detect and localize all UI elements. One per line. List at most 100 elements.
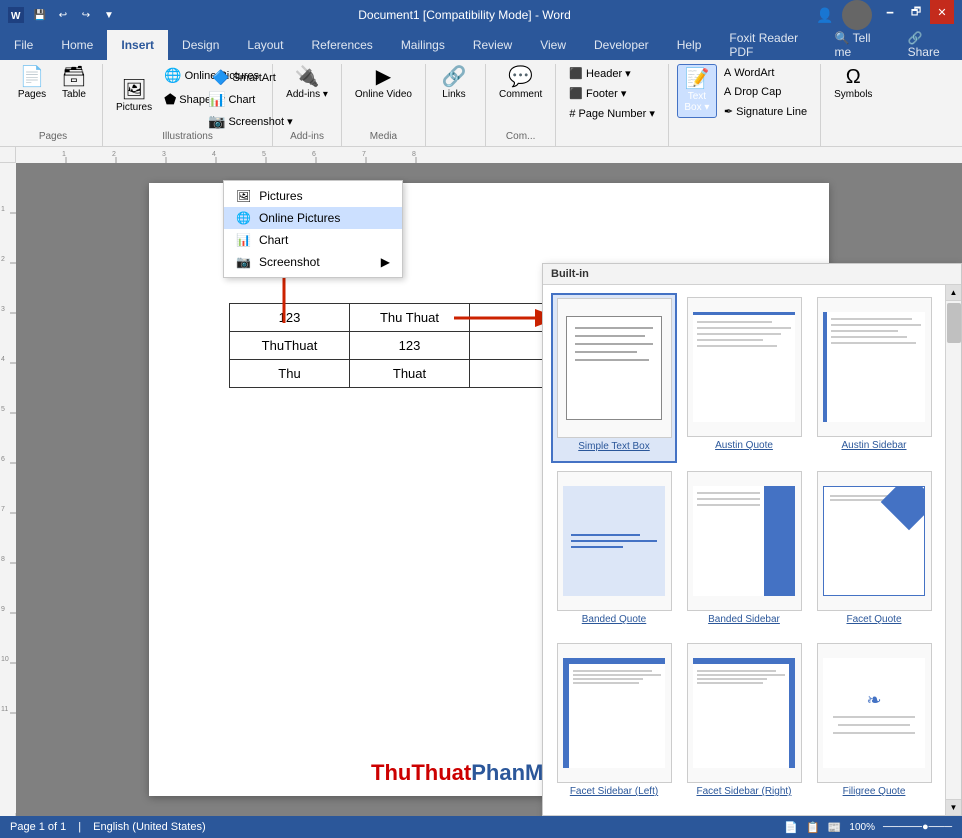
tab-foxit[interactable]: Foxit Reader PDF <box>715 30 820 60</box>
footer-button[interactable]: ⬛ Footer ▾ <box>564 84 631 103</box>
customize-btn[interactable]: ▼ <box>99 5 119 25</box>
document-area: 1 2 3 4 5 6 7 8 1 <box>0 147 962 816</box>
tab-share[interactable]: 🔗 Share <box>894 30 962 60</box>
scrollbar-thumb[interactable] <box>947 303 961 343</box>
dropdown-footer: W More Text Boxes from Office.com ▶ Draw… <box>543 815 961 816</box>
status-zoom: 100% <box>849 822 875 833</box>
dropdown-scrollable: Simple Text Box <box>543 285 961 815</box>
save-btn[interactable]: 💾 <box>30 5 50 25</box>
comment-label: Comment <box>499 89 542 100</box>
dropcap-button[interactable]: A Drop Cap <box>719 83 812 101</box>
tab-insert[interactable]: Insert <box>107 30 168 60</box>
tab-review[interactable]: Review <box>459 30 526 60</box>
menu-online-pictures[interactable]: 🌐 Online Pictures <box>224 207 402 229</box>
wordart-button[interactable]: A WordArt <box>719 64 812 82</box>
tab-file[interactable]: File <box>0 30 47 60</box>
textbox-item-austin-sidebar[interactable]: Austin Sidebar <box>811 293 937 463</box>
tab-mailings[interactable]: Mailings <box>387 30 459 60</box>
facet-sidebar-right-preview <box>687 643 802 783</box>
textbox-item-facet-sidebar-right[interactable]: Facet Sidebar (Right) <box>681 639 807 807</box>
pages-button[interactable]: 📄 Pages <box>12 64 52 103</box>
status-view2-btn[interactable]: 📋 <box>806 821 820 834</box>
banded-quote-preview <box>557 471 672 611</box>
pictures-button[interactable]: 🖼 Pictures <box>111 64 157 129</box>
svg-text:8: 8 <box>412 151 416 158</box>
online-video-button[interactable]: ▶ Online Video <box>350 64 417 103</box>
tab-help[interactable]: Help <box>663 30 716 60</box>
textbox-item-filigree-quote[interactable]: ❧ Filigree Quote <box>811 639 937 807</box>
tab-home[interactable]: Home <box>47 30 107 60</box>
links-group-label <box>434 140 477 146</box>
group-text: 📝 TextBox ▾ A WordArt A Drop Cap ✒ Signa… <box>669 64 821 146</box>
menu-screenshot[interactable]: 📷 Screenshot ▶ <box>224 251 402 273</box>
minimize-btn[interactable]: 🗕 <box>878 0 902 24</box>
scrollbar-down-btn[interactable]: ▼ <box>946 799 961 815</box>
textbox-item-facet-quote[interactable]: Facet Quote <box>811 467 937 635</box>
wordart-label: WordArt <box>734 67 774 79</box>
tab-layout[interactable]: Layout <box>233 30 297 60</box>
undo-btn[interactable]: ↩ <box>53 5 73 25</box>
smartart-button[interactable]: 🔷 SmartArt <box>207 66 281 89</box>
status-lang: English (United States) <box>93 821 206 833</box>
tab-references[interactable]: References <box>297 30 386 60</box>
textbox-item-austin-quote[interactable]: Austin Quote <box>681 293 807 463</box>
tab-developer[interactable]: Developer <box>580 30 663 60</box>
addins-button[interactable]: 🔌 Add-ins ▾ <box>281 64 333 103</box>
textbox-button[interactable]: 📝 TextBox ▾ <box>677 64 717 118</box>
svg-text:4: 4 <box>212 151 216 158</box>
signature-button[interactable]: ✒ Signature Line <box>719 102 812 121</box>
scrollbar-up-btn[interactable]: ▲ <box>946 285 961 301</box>
status-separator: | <box>78 821 81 833</box>
textbox-item-facet-sidebar-left[interactable]: Facet Sidebar (Left) <box>551 639 677 807</box>
austin-sidebar-preview <box>817 297 932 437</box>
menu-chart[interactable]: 📊 Chart <box>224 229 402 251</box>
tab-view[interactable]: View <box>526 30 580 60</box>
menu-screenshot-icon: 📷 <box>236 255 251 269</box>
links-button[interactable]: 🔗 Links <box>434 64 474 103</box>
screenshot-button[interactable]: 📷 Screenshot ▾ <box>203 110 298 133</box>
header-label: Header ▾ <box>586 67 631 80</box>
facet-sidebar-left-label: Facet Sidebar (Left) <box>570 786 658 797</box>
pages-label: Pages <box>18 89 46 100</box>
status-view3-btn[interactable]: 📰 <box>828 821 842 834</box>
dropdown-header-label: Built-in <box>551 268 589 280</box>
facet-quote-label: Facet Quote <box>846 614 901 625</box>
footer-label: Footer ▾ <box>586 87 626 100</box>
text-group-label <box>677 140 812 146</box>
status-view-btn[interactable]: 📄 <box>784 821 798 834</box>
comment-button[interactable]: 💬 Comment <box>494 64 547 103</box>
header-button[interactable]: ⬛ Header ▾ <box>564 64 635 83</box>
chart-button[interactable]: 📊 Chart <box>203 88 260 111</box>
table-row: Thu Thuat <box>230 360 590 388</box>
text-items: 📝 TextBox ▾ A WordArt A Drop Cap ✒ Signa… <box>677 64 812 140</box>
media-group-label: Media <box>350 129 417 146</box>
tab-tellme[interactable]: 🔍 Tell me <box>821 30 894 60</box>
screenshot-label: Screenshot ▾ <box>228 115 292 128</box>
svg-text:11: 11 <box>1 706 8 713</box>
tab-design[interactable]: Design <box>168 30 233 60</box>
addins-label: Add-ins ▾ <box>286 89 328 100</box>
table-button[interactable]: 🗃 Table <box>54 64 94 103</box>
group-pages: 📄 Pages 🗃 Table Pages <box>4 64 103 146</box>
restore-btn[interactable]: 🗗 <box>904 0 928 24</box>
textbox-item-simple[interactable]: Simple Text Box <box>551 293 677 463</box>
redo-btn[interactable]: ↪ <box>76 5 96 25</box>
menu-pictures-icon: 🖼 <box>236 189 251 203</box>
facet-sidebar-left-preview <box>557 643 672 783</box>
austin-quote-preview <box>687 297 802 437</box>
symbols-button[interactable]: Ω Symbols <box>829 64 877 103</box>
textbox-item-banded-sidebar[interactable]: Banded Sidebar <box>681 467 807 635</box>
svg-text:5: 5 <box>1 406 5 413</box>
zoom-slider[interactable]: ─────●─── <box>883 821 952 833</box>
simple-preview-lines <box>571 321 657 367</box>
textbox-icon: 📝 <box>684 69 709 89</box>
page-number-button[interactable]: # Page Number ▾ <box>564 104 660 123</box>
menu-pictures[interactable]: 🖼 Pictures <box>224 185 402 207</box>
textbox-item-banded-quote[interactable]: Banded Quote <box>551 467 677 635</box>
symbols-icon: Ω <box>846 67 861 87</box>
svg-text:1: 1 <box>1 206 5 213</box>
avatar: 👤 <box>810 0 840 30</box>
header-footer-group-label <box>564 140 660 146</box>
ruler-row: 1 2 3 4 5 6 7 8 <box>0 147 962 163</box>
close-btn[interactable]: ✕ <box>930 0 954 24</box>
